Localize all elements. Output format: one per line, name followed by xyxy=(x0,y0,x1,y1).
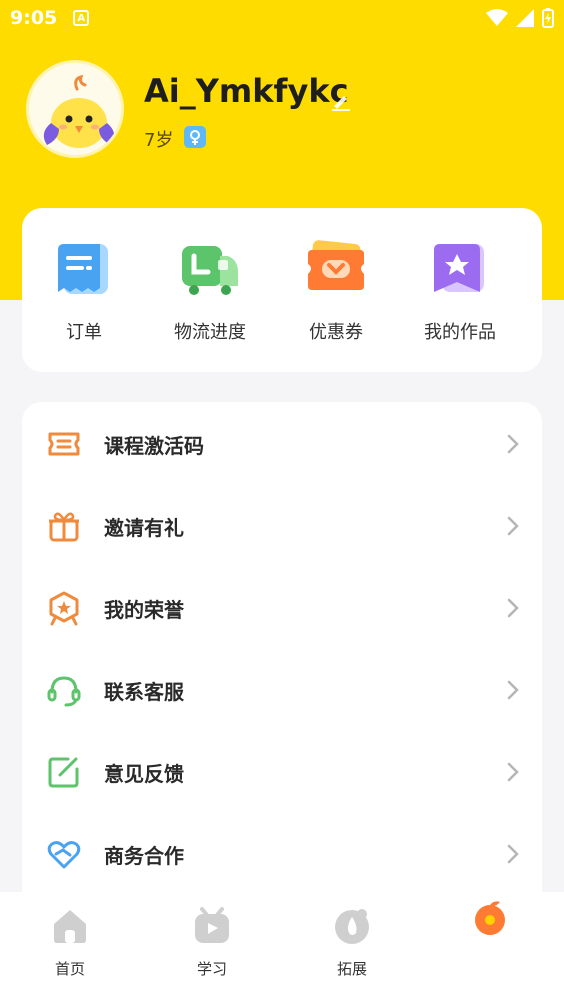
chevron-right-icon xyxy=(507,762,519,782)
menu-item-label: 我的荣誉 xyxy=(104,597,184,622)
menu-item-activation-code[interactable]: 课程激活码 xyxy=(22,403,542,485)
menu-item-label: 联系客服 xyxy=(104,679,184,704)
wifi-icon xyxy=(486,9,508,26)
ticket-icon xyxy=(48,432,80,456)
signal-icon xyxy=(516,9,534,27)
quick-action-label: 订单 xyxy=(66,322,102,343)
menu-item-business[interactable]: 商务合作 xyxy=(22,813,542,895)
tv-icon xyxy=(195,907,229,943)
tab-home[interactable]: 首页 xyxy=(10,906,130,979)
quick-action-works[interactable]: 我的作品 xyxy=(400,238,520,344)
chevron-right-icon xyxy=(507,680,519,700)
menu-list: 课程激活码 邀请有礼 我的荣誉 联系客服 意见反馈 商务合作 xyxy=(22,402,542,902)
bottom-tab-bar: 首页 学习 拓展 xyxy=(0,892,564,1002)
tab-label: 学习 xyxy=(196,960,227,978)
menu-item-label: 意见反馈 xyxy=(104,761,184,786)
gift-icon xyxy=(49,512,79,542)
female-icon xyxy=(184,126,206,148)
username: Ai_Ymkfykc xyxy=(144,72,349,110)
status-bar: 9:05 A xyxy=(0,0,564,36)
explore-icon xyxy=(335,909,369,944)
menu-item-label: 商务合作 xyxy=(104,843,184,868)
tab-mine[interactable] xyxy=(430,898,550,950)
home-icon xyxy=(54,910,86,943)
age-label: 7岁 xyxy=(144,130,174,151)
tab-study[interactable]: 学习 xyxy=(152,906,272,979)
badge-icon xyxy=(49,591,79,626)
battery-icon xyxy=(542,8,554,28)
handshake-heart-icon xyxy=(47,841,81,869)
menu-item-honors[interactable]: 我的荣誉 xyxy=(22,567,542,649)
app-notification-icon: A xyxy=(73,10,90,26)
orange-fruit-icon xyxy=(475,901,505,935)
edit-pencil-icon[interactable] xyxy=(330,90,352,112)
status-time: 9:05 xyxy=(10,7,58,29)
quick-action-label: 我的作品 xyxy=(424,322,496,343)
menu-item-feedback[interactable]: 意见反馈 xyxy=(22,731,542,813)
tab-label: 拓展 xyxy=(336,960,367,978)
quick-action-coupons[interactable]: 优惠券 xyxy=(276,238,396,344)
quick-action-orders[interactable]: 订单 xyxy=(24,238,144,344)
quick-action-logistics[interactable]: 物流进度 xyxy=(150,238,270,344)
menu-item-label: 课程激活码 xyxy=(104,433,204,458)
chevron-right-icon xyxy=(507,844,519,864)
chevron-right-icon xyxy=(507,598,519,618)
chevron-right-icon xyxy=(507,516,519,536)
headset-icon xyxy=(47,676,81,707)
menu-item-label: 邀请有礼 xyxy=(104,515,184,540)
status-icons xyxy=(486,8,554,28)
avatar[interactable] xyxy=(26,60,124,158)
tab-explore[interactable]: 拓展 xyxy=(292,906,412,979)
delivery-truck-icon xyxy=(182,246,238,295)
chevron-right-icon xyxy=(507,434,519,454)
tab-label: 首页 xyxy=(54,960,85,978)
order-icon xyxy=(58,244,108,294)
quick-action-label: 优惠券 xyxy=(309,322,363,343)
coupon-icon xyxy=(308,240,364,290)
quick-actions-card: 订单 物流进度 优惠券 我的作品 xyxy=(22,208,542,372)
quick-action-label: 物流进度 xyxy=(174,322,246,343)
menu-item-customer-service[interactable]: 联系客服 xyxy=(22,649,542,731)
star-works-icon xyxy=(434,244,484,292)
feedback-icon xyxy=(48,757,79,788)
menu-item-invite[interactable]: 邀请有礼 xyxy=(22,485,542,567)
